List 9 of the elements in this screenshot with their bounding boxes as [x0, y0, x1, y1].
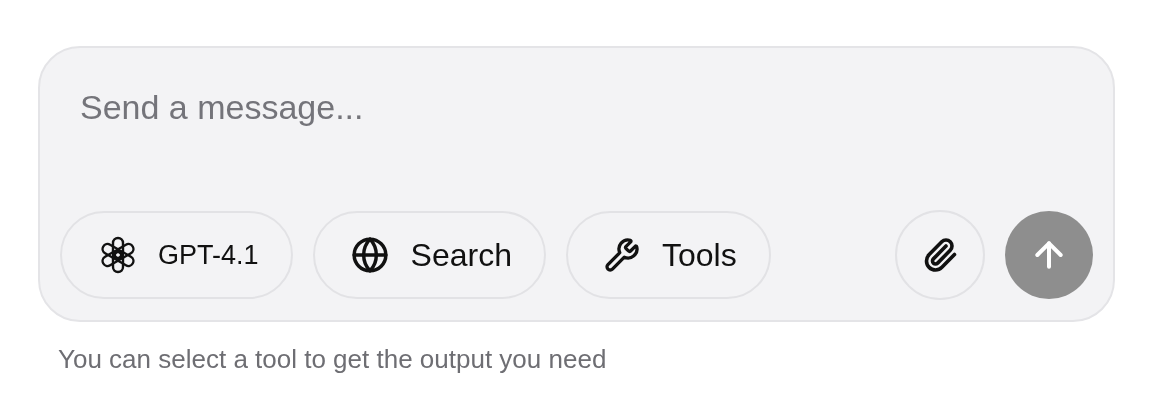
hint-text: You can select a tool to get the output you need — [58, 344, 608, 375]
wrench-icon — [603, 237, 640, 273]
model-button[interactable]: GPT-4.1 — [60, 211, 293, 299]
paperclip-icon — [922, 237, 958, 273]
message-input[interactable]: Send a message... — [60, 88, 1093, 127]
search-button[interactable]: Search — [312, 211, 546, 299]
logo-icon — [98, 235, 138, 275]
tools-button[interactable]: Tools — [565, 211, 771, 299]
globe-icon — [350, 236, 389, 274]
